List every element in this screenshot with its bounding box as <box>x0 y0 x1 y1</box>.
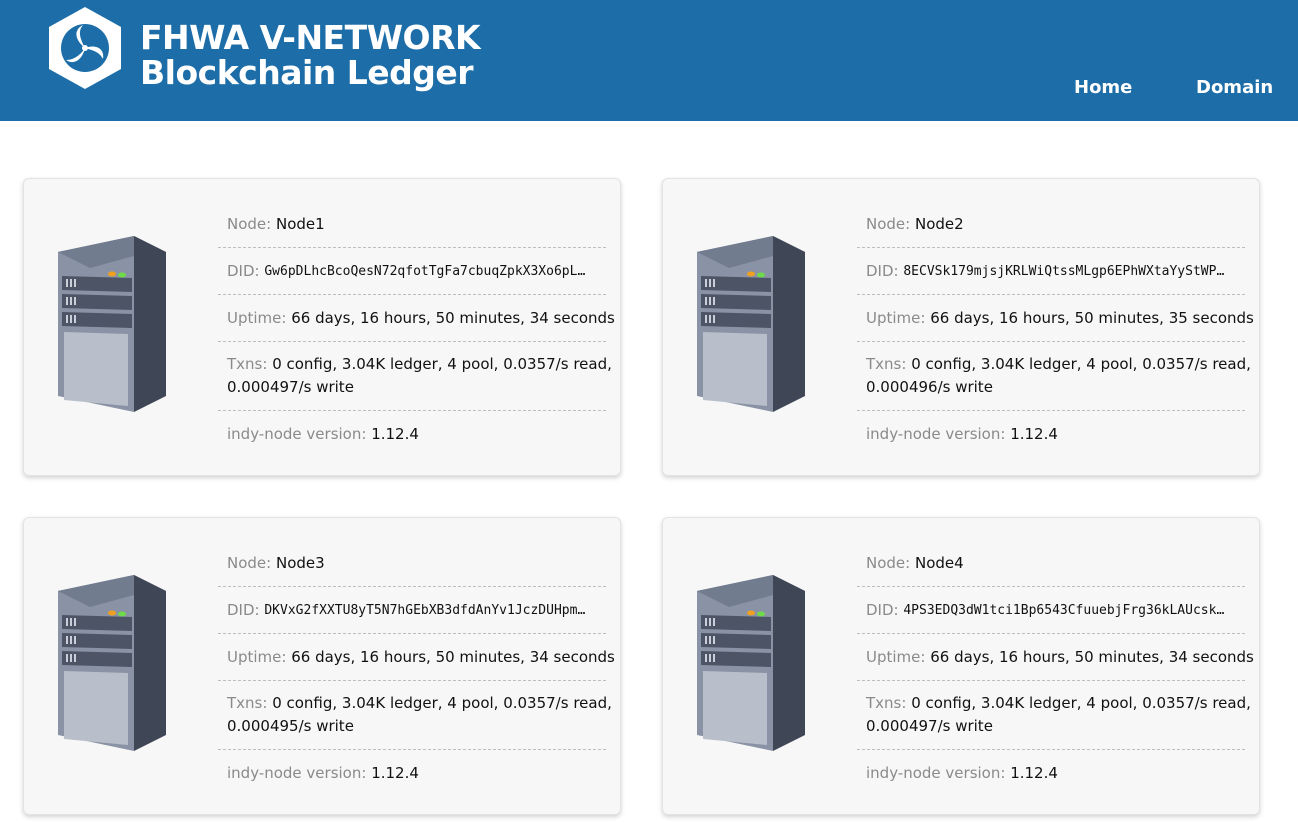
txns-value-line2: 0.000496/s write <box>866 378 993 396</box>
uptime-value: 66 days, 16 hours, 50 minutes, 35 second… <box>930 308 1254 327</box>
server-icon <box>697 575 805 751</box>
did-row: DID: DKVxG2fXXTU8yT5N7hGEbXB3dfdAnYv1Jcz… <box>218 587 606 634</box>
txns-label: Txns: <box>866 694 912 712</box>
uptime-value: 66 days, 16 hours, 50 minutes, 34 second… <box>291 308 615 327</box>
txns-value-line1: 0 config, 3.04K ledger, 4 pool, 0.0357/s… <box>911 355 1251 373</box>
node-details: Node: Node1 DID: Gw6pDLhcBcoQesN72qfotTg… <box>218 202 615 457</box>
server-icon <box>58 575 166 751</box>
uptime-row: Uptime: 66 days, 16 hours, 50 minutes, 3… <box>218 295 615 342</box>
txns-row: Txns: 0 config, 3.04K ledger, 4 pool, 0.… <box>857 681 1251 750</box>
node-card: Node: Node2 DID: 8ECVSk179mjsjKRLWiQtssM… <box>662 178 1260 476</box>
did-row: DID: Gw6pDLhcBcoQesN72qfotTgFa7cbuqZpkX3… <box>218 248 606 295</box>
uptime-label: Uptime: <box>227 308 292 327</box>
brand-title-line2: Blockchain Ledger <box>140 53 474 92</box>
node-name: Node1 <box>275 215 325 233</box>
node-card: Node: Node3 DID: DKVxG2fXXTU8yT5N7hGEbXB… <box>23 517 621 815</box>
node-details: Node: Node2 DID: 8ECVSk179mjsjKRLWiQtssM… <box>857 202 1254 457</box>
txns-label: Txns: <box>227 694 273 712</box>
uptime-row: Uptime: 66 days, 16 hours, 50 minutes, 3… <box>218 634 615 681</box>
node-label: Node: <box>227 554 276 572</box>
did-value: 8ECVSk179mjsjKRLWiQtssMLgp6EPhWXtaYyStWP… <box>903 263 1230 279</box>
node-name: Node2 <box>914 215 964 233</box>
node-label: Node: <box>227 215 276 233</box>
nav-home-link[interactable]: Home <box>1074 77 1132 98</box>
txns-value-line1: 0 config, 3.04K ledger, 4 pool, 0.0357/s… <box>272 694 612 712</box>
version-label: indy-node version: <box>866 424 1011 443</box>
node-name-row: Node: Node3 <box>218 541 606 587</box>
did-label: DID: <box>227 261 265 280</box>
did-label: DID: <box>866 261 904 280</box>
uptime-row: Uptime: 66 days, 16 hours, 50 minutes, 3… <box>857 634 1254 681</box>
did-value: DKVxG2fXXTU8yT5N7hGEbXB3dfdAnYv1JczDUHpm… <box>264 602 591 618</box>
did-label: DID: <box>227 600 265 619</box>
txns-value-line2: 0.000495/s write <box>227 717 354 735</box>
txns-row: Txns: 0 config, 3.04K ledger, 4 pool, 0.… <box>857 342 1251 411</box>
version-row: indy-node version: 1.12.4 <box>218 411 606 457</box>
node-label: Node: <box>866 215 915 233</box>
txns-value-line2: 0.000497/s write <box>227 378 354 396</box>
server-icon <box>58 236 166 412</box>
did-value: Gw6pDLhcBcoQesN72qfotTgFa7cbuqZpkX3Xo6pL… <box>264 263 591 279</box>
version-value: 1.12.4 <box>371 763 419 782</box>
version-value: 1.12.4 <box>371 424 419 443</box>
uptime-value: 66 days, 16 hours, 50 minutes, 34 second… <box>291 647 615 666</box>
uptime-label: Uptime: <box>866 647 931 666</box>
txns-label: Txns: <box>866 355 912 373</box>
version-label: indy-node version: <box>227 424 372 443</box>
node-name-row: Node: Node2 <box>857 202 1245 248</box>
node-card: Node: Node4 DID: 4PS3EDQ3dW1tci1Bp6543Cf… <box>662 517 1260 815</box>
did-row: DID: 4PS3EDQ3dW1tci1Bp6543CfuuebjFrg36kL… <box>857 587 1245 634</box>
node-details: Node: Node3 DID: DKVxG2fXXTU8yT5N7hGEbXB… <box>218 541 615 796</box>
version-label: indy-node version: <box>866 763 1011 782</box>
node-name-row: Node: Node4 <box>857 541 1245 587</box>
uptime-value: 66 days, 16 hours, 50 minutes, 34 second… <box>930 647 1254 666</box>
brand-title: FHWA V-NETWORK Blockchain Ledger <box>140 18 481 92</box>
version-row: indy-node version: 1.12.4 <box>857 750 1245 796</box>
did-row: DID: 8ECVSk179mjsjKRLWiQtssMLgp6EPhWXtaY… <box>857 248 1245 295</box>
version-value: 1.12.4 <box>1010 424 1058 443</box>
txns-row: Txns: 0 config, 3.04K ledger, 4 pool, 0.… <box>218 342 612 411</box>
node-name: Node4 <box>914 554 964 572</box>
version-value: 1.12.4 <box>1010 763 1058 782</box>
node-label: Node: <box>866 554 915 572</box>
version-label: indy-node version: <box>227 763 372 782</box>
top-header: FHWA V-NETWORK Blockchain Ledger Home Do… <box>0 0 1298 121</box>
brand-title-line1: FHWA V-NETWORK <box>140 18 481 57</box>
uptime-row: Uptime: 66 days, 16 hours, 50 minutes, 3… <box>857 295 1254 342</box>
txns-value-line1: 0 config, 3.04K ledger, 4 pool, 0.0357/s… <box>272 355 612 373</box>
nav-domain-link[interactable]: Domain <box>1196 77 1273 98</box>
did-value: 4PS3EDQ3dW1tci1Bp6543CfuuebjFrg36kLAUcsk… <box>903 602 1230 618</box>
did-label: DID: <box>866 600 904 619</box>
server-icon <box>697 236 805 412</box>
uptime-label: Uptime: <box>227 647 292 666</box>
uptime-label: Uptime: <box>866 308 931 327</box>
node-name-row: Node: Node1 <box>218 202 606 248</box>
node-name: Node3 <box>275 554 325 572</box>
version-row: indy-node version: 1.12.4 <box>218 750 606 796</box>
node-details: Node: Node4 DID: 4PS3EDQ3dW1tci1Bp6543Cf… <box>857 541 1254 796</box>
triskelion-hexagon-icon[interactable] <box>47 6 123 90</box>
txns-label: Txns: <box>227 355 273 373</box>
txns-value-line1: 0 config, 3.04K ledger, 4 pool, 0.0357/s… <box>911 694 1251 712</box>
version-row: indy-node version: 1.12.4 <box>857 411 1245 457</box>
txns-value-line2: 0.000497/s write <box>866 717 993 735</box>
txns-row: Txns: 0 config, 3.04K ledger, 4 pool, 0.… <box>218 681 612 750</box>
node-card: Node: Node1 DID: Gw6pDLhcBcoQesN72qfotTg… <box>23 178 621 476</box>
